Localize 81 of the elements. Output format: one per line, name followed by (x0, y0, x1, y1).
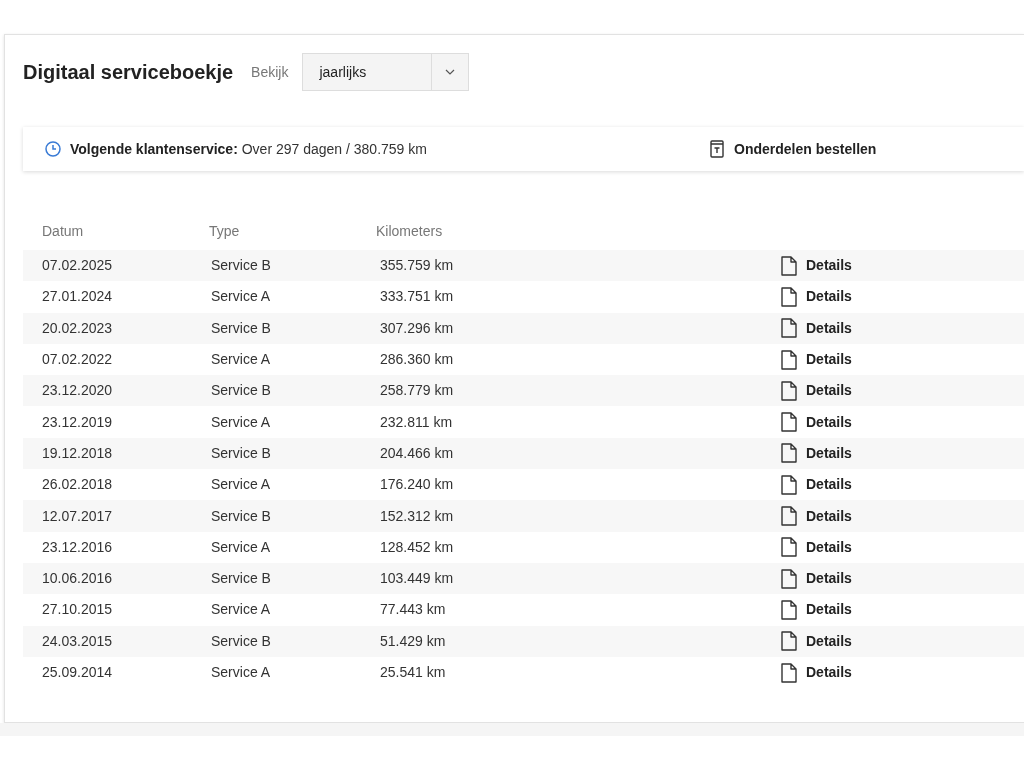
next-service-text: Volgende klantenservice: Over 297 dagen / 380.759 km (70, 139, 428, 159)
document-icon (781, 506, 797, 526)
page-title: Digitaal serviceboekje (23, 60, 234, 85)
details-link[interactable]: Details (781, 662, 852, 683)
table-cell-text: 25.541 km (380, 663, 447, 682)
details-link[interactable]: Details (781, 630, 852, 652)
table-cell-text: Service B (211, 443, 272, 463)
table-cell-text: 51.429 km (380, 631, 447, 651)
document-icon (781, 318, 797, 339)
document-icon (781, 568, 797, 589)
details-link[interactable]: Details (781, 286, 852, 308)
table-cell-text: Service A (211, 287, 272, 307)
table-cell-text: 176.240 km (380, 475, 455, 495)
table-cell-text: 103.449 km (380, 569, 455, 589)
table-cell-text: 24.03.2015 (42, 631, 114, 651)
table-cell-text: 07.02.2022 (42, 350, 114, 370)
details-link[interactable]: Details (781, 474, 852, 496)
table-cell-text: 355.759 km (380, 256, 455, 276)
table-cell-text: 23.12.2020 (42, 381, 114, 401)
document-icon (781, 599, 797, 620)
table-cell-text: 204.466 km (380, 443, 455, 463)
column-header: Datum (42, 221, 85, 241)
column-header: Type (209, 221, 241, 241)
document-icon (781, 349, 797, 370)
document-icon (781, 631, 797, 652)
table-cell-text: 333.751 km (380, 287, 455, 307)
table-cell-text: Service B (211, 381, 272, 401)
table-cell-text: 23.12.2016 (42, 537, 114, 557)
table-cell-text: 77.443 km (380, 600, 447, 620)
document-icon (781, 474, 797, 495)
table-cell-text: 152.312 km (380, 506, 455, 526)
document-icon (781, 412, 797, 433)
table-cell-text: Service A (211, 663, 272, 682)
table-cell-text: 26.02.2018 (42, 475, 114, 495)
details-link[interactable]: Details (781, 599, 852, 621)
table-cell-text: Service B (211, 318, 272, 338)
table-cell-text: 20.02.2023 (42, 318, 114, 338)
details-link[interactable]: Details (781, 380, 852, 402)
document-icon (781, 380, 797, 401)
table-cell-text: 07.02.2025 (42, 256, 114, 276)
details-link[interactable]: Details (781, 255, 852, 277)
document-icon (781, 443, 797, 464)
view-select[interactable]: jaarlijks (302, 53, 470, 91)
clock-icon (45, 141, 61, 157)
clipboard-icon (710, 140, 724, 158)
chevron-down-icon (445, 69, 456, 75)
table-cell-text: Service B (211, 631, 272, 651)
table-cell-text: 12.07.2017 (42, 506, 114, 526)
table-cell-text: 286.360 km (380, 350, 455, 370)
details-link[interactable]: Details (781, 317, 852, 339)
table-cell-text: Service B (211, 569, 272, 589)
table-cell-text: 10.06.2016 (42, 569, 114, 589)
table-cell-text: 23.12.2019 (42, 412, 114, 432)
table-cell-text: 258.779 km (380, 381, 455, 401)
table-cell-text: Service A (211, 475, 272, 495)
details-link[interactable]: Details (781, 411, 852, 433)
table-cell-text: 25.09.2014 (42, 663, 114, 682)
details-link[interactable]: Details (781, 568, 852, 590)
table-cell-text: 307.296 km (380, 318, 455, 338)
table-cell-text: 128.452 km (380, 537, 455, 557)
table-cell-text: Service A (211, 537, 272, 557)
column-header: Kilometers (376, 221, 444, 241)
order-parts-button[interactable]: Onderdelen bestellen (710, 138, 877, 160)
details-link[interactable]: Details (781, 505, 852, 527)
table-cell-text: 27.10.2015 (42, 600, 114, 620)
table-cell-text: Service B (211, 506, 272, 526)
details-link[interactable]: Details (781, 442, 852, 464)
table-cell-text: Service A (211, 412, 272, 432)
table-cell-text: Service A (211, 350, 272, 370)
table-cell-text: Service A (211, 600, 272, 620)
table-cell-text: 27.01.2024 (42, 287, 114, 307)
document-icon (781, 286, 797, 307)
table-cell-text: 232.811 km (380, 412, 454, 432)
table-cell-text: 19.12.2018 (42, 443, 114, 463)
table-cell-text: Service B (211, 256, 272, 276)
document-icon (781, 537, 797, 558)
details-link[interactable]: Details (781, 536, 852, 558)
view-label: Bekijk (251, 62, 289, 82)
document-icon (781, 662, 797, 683)
details-link[interactable]: Details (781, 349, 852, 371)
document-icon (781, 255, 797, 276)
